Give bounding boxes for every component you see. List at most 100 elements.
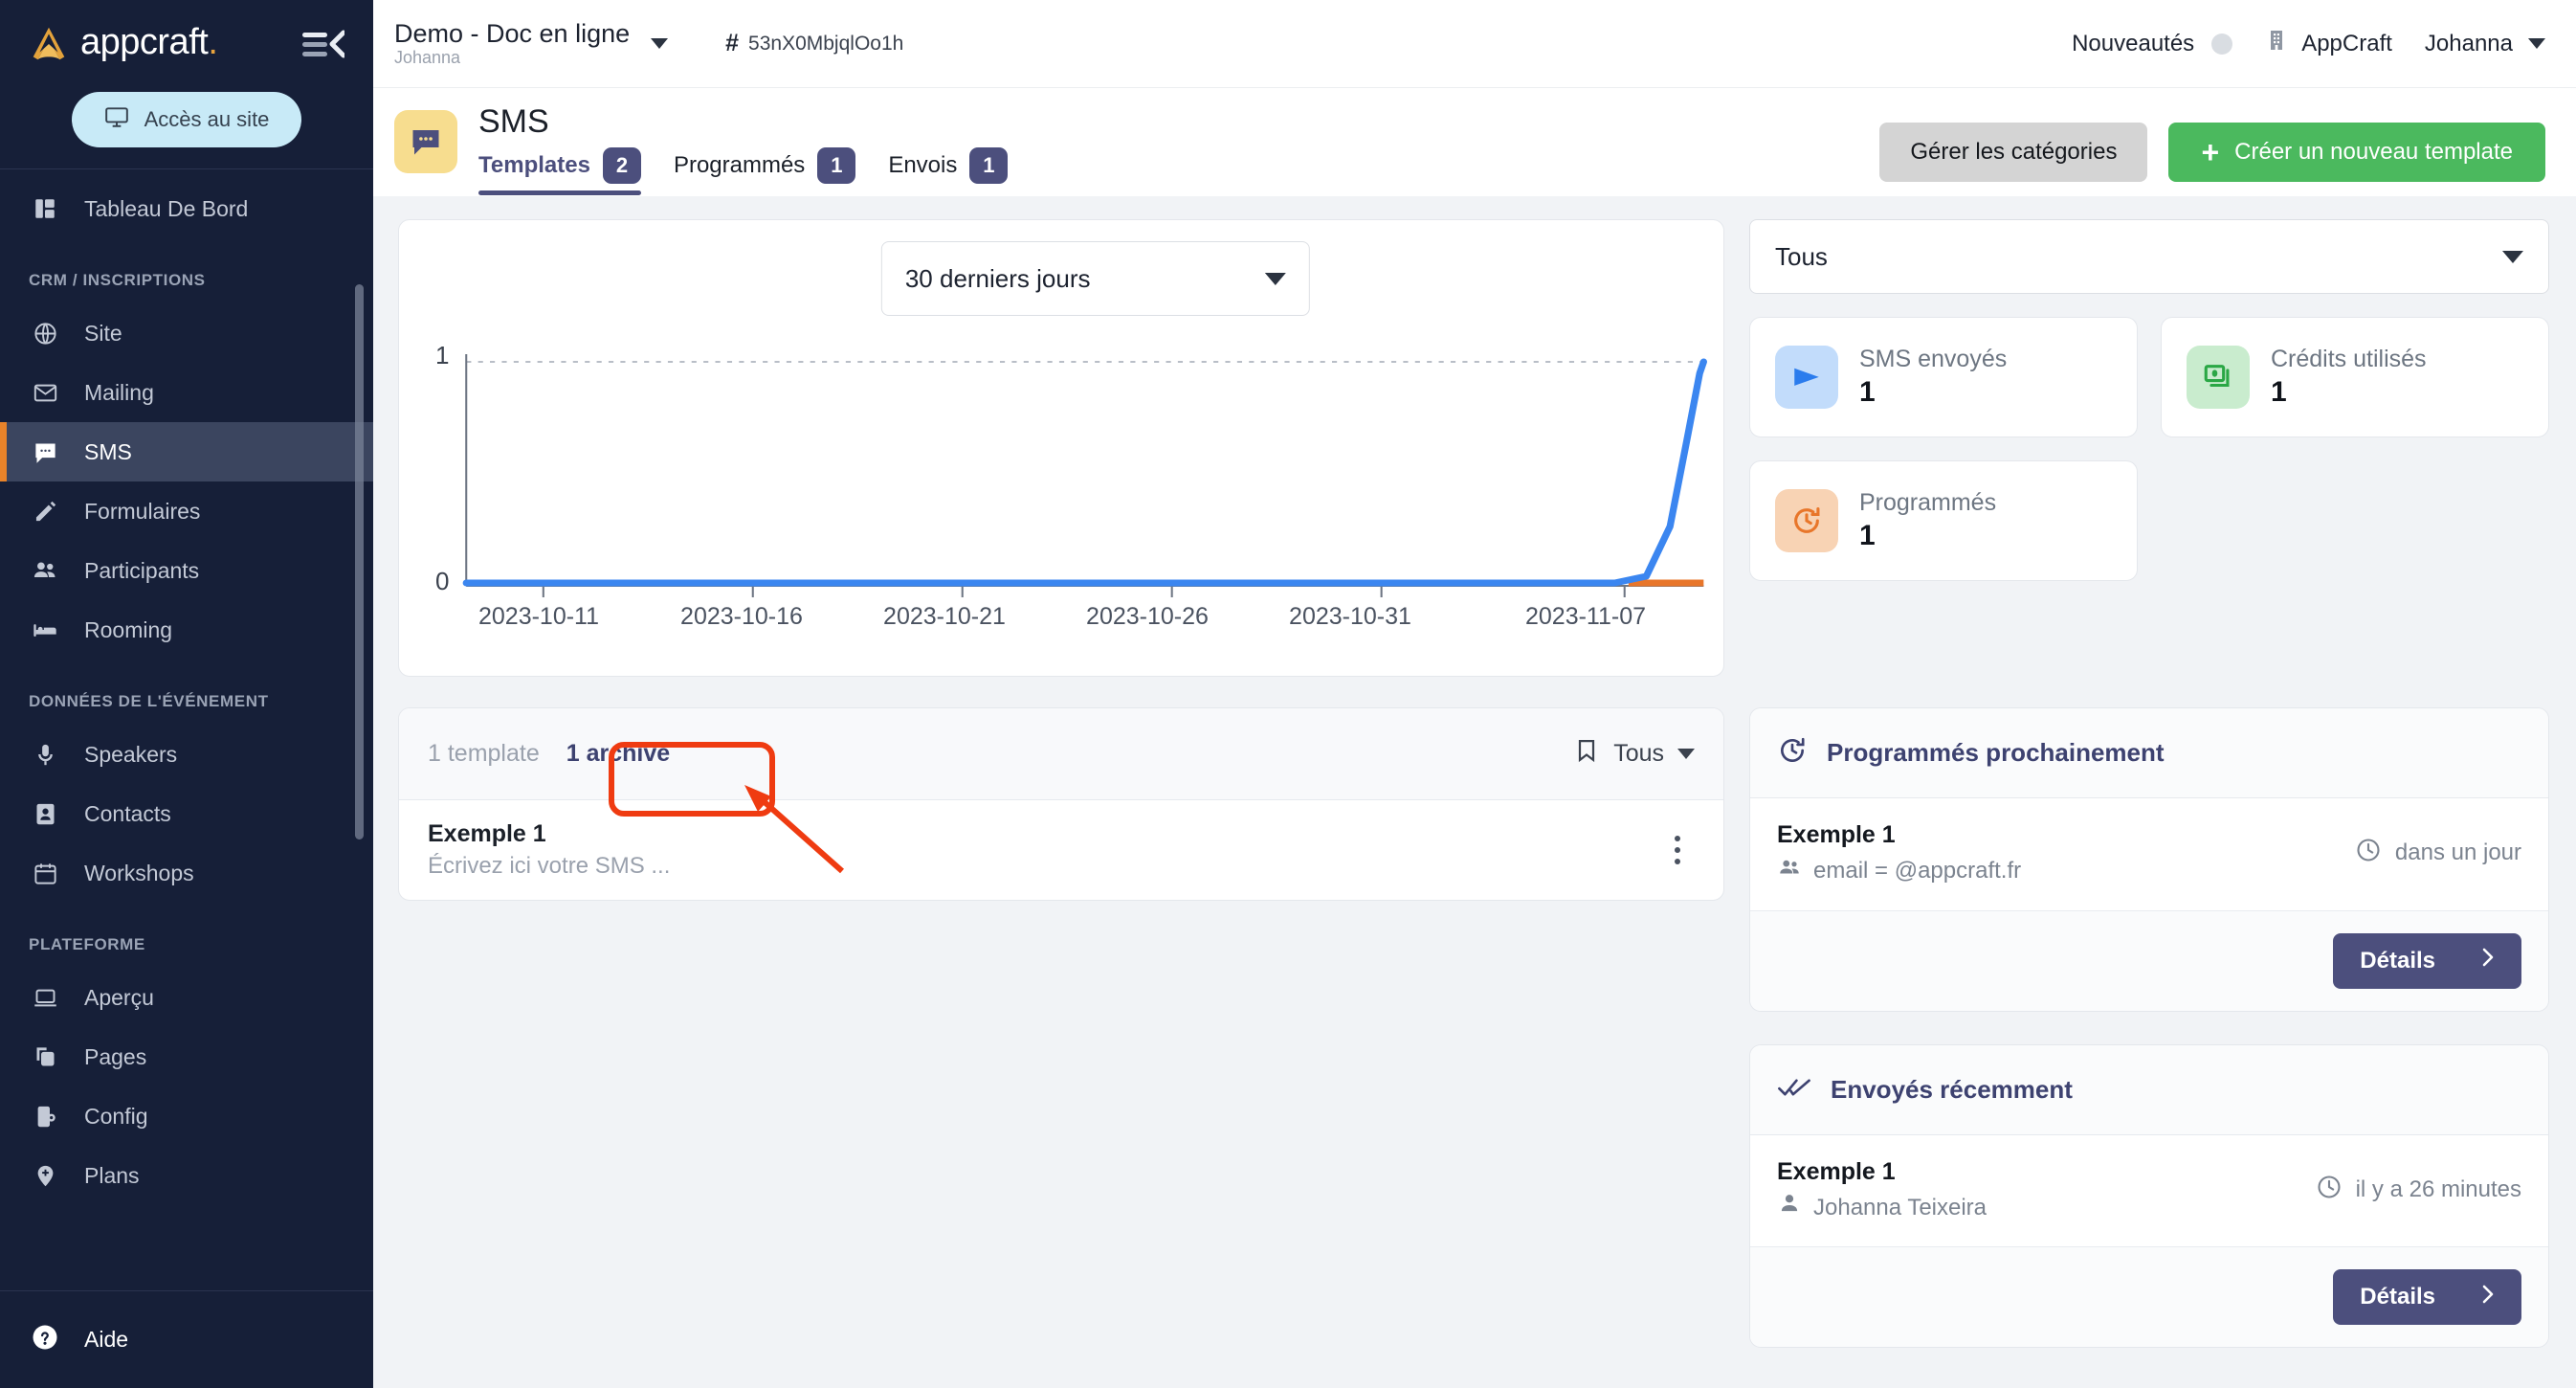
date-range-select[interactable]: 30 derniers jours bbox=[880, 241, 1310, 316]
sidebar-item-label: Tableau De Bord bbox=[84, 195, 249, 221]
sidebar-item-label: Plans bbox=[84, 1162, 140, 1188]
sent-item[interactable]: Exemple 1 Johanna Teixeira il y a 26 min… bbox=[1750, 1134, 2548, 1248]
page-header-actions: Gérer les catégories + Créer un nouveau … bbox=[1879, 123, 2545, 182]
map-pin-icon bbox=[31, 1161, 59, 1190]
stat-value: 1 bbox=[1859, 375, 1876, 408]
sidebar-item-config[interactable]: Config bbox=[0, 1086, 373, 1146]
sidebar-item-participants[interactable]: Participants bbox=[0, 541, 373, 600]
templates-count-filter[interactable]: 1 template bbox=[428, 740, 540, 768]
templates-filter-label: Tous bbox=[1613, 740, 1664, 767]
kebab-menu-icon[interactable] bbox=[1660, 829, 1695, 871]
globe-icon bbox=[31, 319, 59, 347]
sent-panel-title: Envoyés récemment bbox=[1831, 1074, 2073, 1104]
schedule-clock-icon bbox=[1775, 489, 1838, 552]
sidebar-group-donnees-title: DONNÉES DE L'ÉVÉNEMENT bbox=[29, 692, 269, 710]
sent-item-target-label: Johanna Teixeira bbox=[1813, 1194, 1988, 1220]
scheduled-panel-footer: Détails bbox=[1750, 910, 2548, 1011]
page-title: SMS bbox=[478, 103, 549, 140]
main-area: Demo - Doc en ligne Johanna # 53nX0Mbjql… bbox=[373, 0, 2576, 1388]
sidebar-item-tableau-de-bord[interactable]: Tableau De Bord bbox=[0, 179, 373, 238]
sidebar-item-plans[interactable]: Plans bbox=[0, 1146, 373, 1205]
hash-icon: # bbox=[725, 30, 740, 56]
scheduled-item[interactable]: Exemple 1 email = @appcraft.fr dans un j… bbox=[1750, 798, 2548, 911]
sms-bubble-icon bbox=[394, 110, 457, 173]
sidebar-item-label: SMS bbox=[84, 438, 132, 464]
topbar-right: Nouveautés AppCraft Johanna bbox=[2072, 28, 2545, 59]
sidebar-logo-row: appcraft. bbox=[0, 0, 373, 88]
news-label: Nouveautés bbox=[2072, 30, 2195, 56]
sidebar-item-label: Config bbox=[84, 1103, 148, 1129]
sidebar-item-mailing[interactable]: Mailing bbox=[0, 363, 373, 422]
sidebar-item-label: Formulaires bbox=[84, 498, 201, 524]
monitor-icon bbox=[104, 104, 129, 135]
bookmark-icon bbox=[1573, 737, 1600, 771]
templates-archived-filter[interactable]: 1 archivé bbox=[566, 740, 670, 768]
stat-cards: SMS envoyés 1 Crédits utilisés 1 Program… bbox=[1749, 317, 2549, 581]
sidebar-group-plateforme-title: PLATEFORME bbox=[29, 935, 145, 953]
tab-templates[interactable]: Templates 2 bbox=[478, 147, 641, 196]
organization-selector[interactable]: AppCraft bbox=[2265, 28, 2392, 59]
envelope-icon bbox=[31, 378, 59, 407]
tab-count-badge: 1 bbox=[817, 147, 856, 185]
project-switcher[interactable]: Demo - Doc en ligne Johanna bbox=[394, 19, 669, 67]
create-template-button[interactable]: + Créer un nouveau template bbox=[2168, 123, 2545, 182]
copy-pages-icon bbox=[31, 1042, 59, 1071]
send-paperplane-icon bbox=[1775, 346, 1838, 409]
tab-label: Templates bbox=[478, 152, 590, 179]
sent-item-when: il y a 26 minutes bbox=[2316, 1174, 2521, 1207]
project-id[interactable]: # 53nX0MbjqlOo1h bbox=[725, 30, 903, 57]
user-menu[interactable]: Johanna bbox=[2425, 31, 2545, 57]
sidebar-item-pages[interactable]: Pages bbox=[0, 1027, 373, 1086]
sidebar-item-label: Participants bbox=[84, 557, 200, 583]
sidebar-item-label: Workshops bbox=[84, 860, 194, 885]
stat-card-credits-utilises[interactable]: Crédits utilisés 1 bbox=[2161, 317, 2549, 437]
templates-toolbar: 1 template 1 archivé Tous bbox=[399, 708, 1723, 800]
sent-panel-footer: Détails bbox=[1750, 1247, 2548, 1348]
sidebar-item-label: Aide bbox=[84, 1327, 129, 1352]
stat-label: SMS envoyés bbox=[1859, 345, 2008, 372]
organization-label: AppCraft bbox=[2301, 30, 2392, 56]
template-description: Écrivez ici votre SMS ... bbox=[428, 852, 671, 879]
sent-details-button[interactable]: Détails bbox=[2333, 1269, 2521, 1326]
sidebar-scrollbar[interactable] bbox=[355, 284, 364, 840]
stat-card-programmes[interactable]: Programmés 1 bbox=[1749, 460, 2138, 581]
help-circle-icon bbox=[31, 1323, 59, 1357]
stat-card-sms-envoyes[interactable]: SMS envoyés 1 bbox=[1749, 317, 2138, 437]
sidebar-item-aide[interactable]: Aide bbox=[0, 1290, 373, 1388]
microphone-icon bbox=[31, 740, 59, 769]
stat-value: 1 bbox=[2271, 375, 2287, 408]
scheduled-panel: Programmés prochainement Exemple 1 email… bbox=[1749, 707, 2549, 1012]
sidebar-item-apercu[interactable]: Aperçu bbox=[0, 968, 373, 1027]
sidebar-item-label: Mailing bbox=[84, 379, 154, 405]
calendar-icon bbox=[31, 859, 59, 887]
sidebar-item-workshops[interactable]: Workshops bbox=[0, 843, 373, 903]
stat-value: 1 bbox=[1859, 519, 1876, 551]
chevron-down-icon bbox=[1264, 272, 1286, 285]
templates-category-filter[interactable]: Tous bbox=[1573, 737, 1695, 771]
tab-programmes[interactable]: Programmés 1 bbox=[674, 147, 856, 195]
access-site-button[interactable]: Accès au site bbox=[71, 92, 302, 147]
sidebar-item-label: Contacts bbox=[84, 800, 171, 826]
sidebar-item-sms[interactable]: SMS bbox=[0, 422, 373, 481]
manage-categories-button[interactable]: Gérer les catégories bbox=[1879, 123, 2148, 182]
chart-card: 30 derniers jours 1 0 2023-10-11 2023-10… bbox=[398, 219, 1724, 677]
sent-details-label: Détails bbox=[2360, 1284, 2435, 1310]
campaign-filter-select[interactable]: Tous bbox=[1749, 219, 2549, 294]
sidebar-collapse-icon[interactable] bbox=[302, 30, 346, 58]
template-name: Exemple 1 bbox=[428, 819, 546, 847]
sidebar-item-formulaires[interactable]: Formulaires bbox=[0, 481, 373, 541]
template-list-item[interactable]: Exemple 1 Écrivez ici votre SMS ... bbox=[399, 800, 1723, 900]
sidebar-item-speakers[interactable]: Speakers bbox=[0, 725, 373, 784]
page-header: SMS Templates 2 Programmés 1 Envois 1 Gé… bbox=[373, 88, 2576, 196]
app-root: appcraft. Accès au site Tableau De Bord … bbox=[0, 0, 2576, 1388]
contact-card-icon bbox=[31, 799, 59, 828]
project-owner: Johanna bbox=[394, 47, 461, 67]
sidebar-item-contacts[interactable]: Contacts bbox=[0, 784, 373, 843]
sidebar-item-rooming[interactable]: Rooming bbox=[0, 600, 373, 660]
page-tabs: Templates 2 Programmés 1 Envois 1 bbox=[478, 147, 1009, 196]
scheduled-details-button[interactable]: Détails bbox=[2333, 932, 2521, 989]
sidebar-item-site[interactable]: Site bbox=[0, 303, 373, 363]
tab-envois[interactable]: Envois 1 bbox=[888, 147, 1009, 195]
news-button[interactable]: Nouveautés bbox=[2072, 30, 2233, 57]
chat-bubble-icon bbox=[31, 437, 59, 466]
